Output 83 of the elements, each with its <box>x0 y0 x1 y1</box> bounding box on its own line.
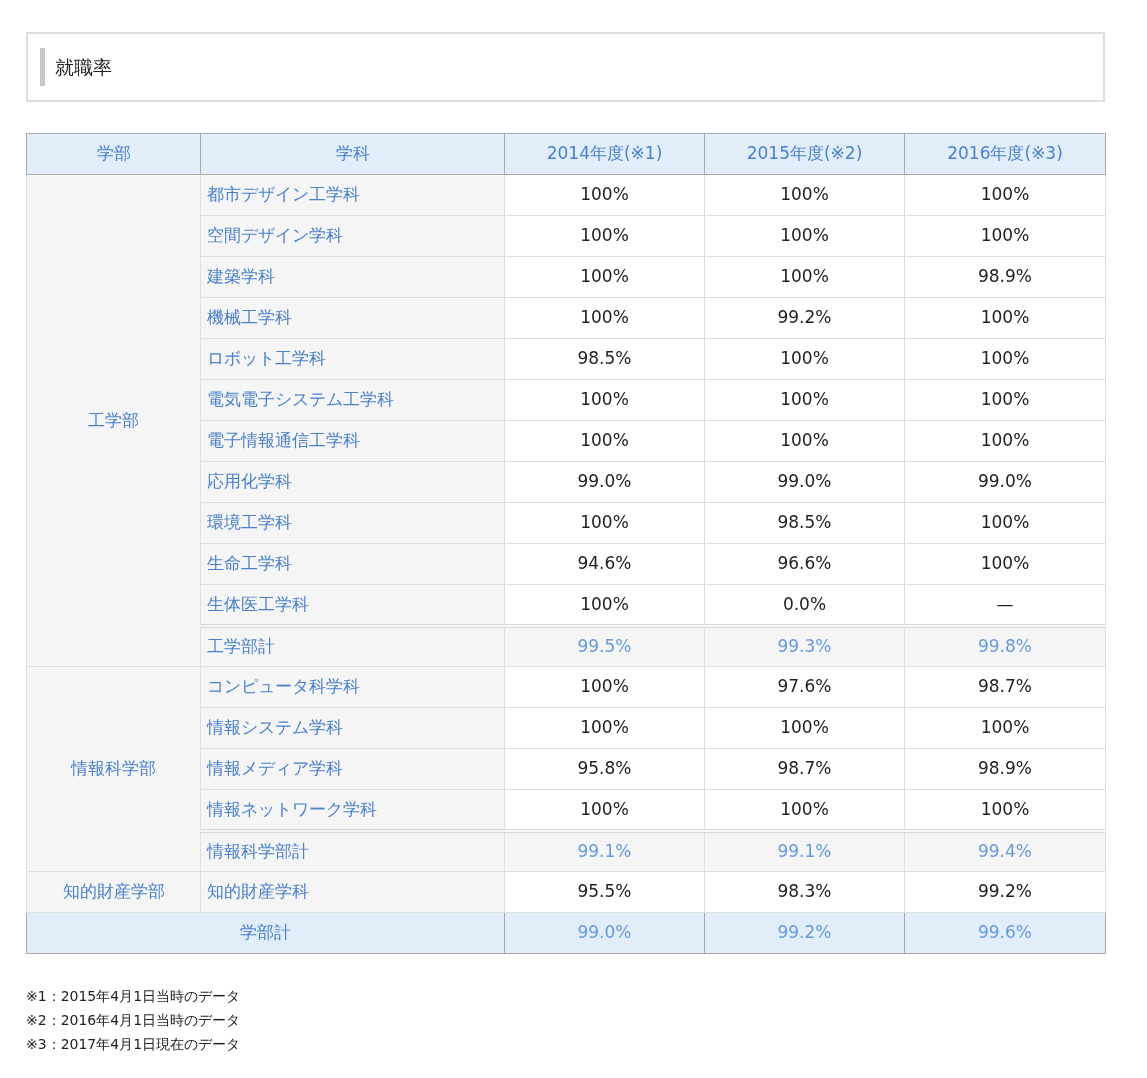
column-header: 学科 <box>200 133 505 175</box>
total-rate: 99.6% <box>904 912 1106 954</box>
subtotal-rate: 99.8% <box>904 625 1106 667</box>
rate-cell: 100% <box>704 420 905 462</box>
department-cell: 情報ネットワーク学科 <box>200 789 505 831</box>
rate-cell: 100% <box>504 502 705 544</box>
rate-cell: 99.2% <box>704 297 905 339</box>
department-cell: 知的財産学科 <box>200 871 505 913</box>
rate-cell: 100% <box>904 420 1106 462</box>
subtotal-rate: 99.5% <box>504 625 705 667</box>
rate-cell: 100% <box>704 338 905 380</box>
rate-cell: 97.6% <box>704 666 905 708</box>
department-cell: 建築学科 <box>200 256 505 298</box>
rate-cell: 99.0% <box>704 461 905 503</box>
rate-cell: 98.7% <box>904 666 1106 708</box>
faculty-cell: 情報科学部 <box>26 666 201 872</box>
rate-cell: 100% <box>904 543 1106 585</box>
subtotal-rate: 99.3% <box>704 625 905 667</box>
rate-cell: 100% <box>904 707 1106 749</box>
rate-cell: 100% <box>504 420 705 462</box>
footnote: ※2：2016年4月1日当時のデータ <box>26 1011 242 1030</box>
rate-cell: 96.6% <box>704 543 905 585</box>
subtotal-rate: 99.4% <box>904 830 1106 872</box>
department-cell: 空間デザイン学科 <box>200 215 505 257</box>
rate-cell: 100% <box>904 379 1106 421</box>
department-cell: 機械工学科 <box>200 297 505 339</box>
rate-cell: 100% <box>704 256 905 298</box>
subtotal-rate: 99.1% <box>704 830 905 872</box>
rate-cell: 100% <box>504 379 705 421</box>
rate-cell: 100% <box>904 215 1106 257</box>
department-cell: ロボット工学科 <box>200 338 505 380</box>
rate-cell: 98.5% <box>504 338 705 380</box>
department-cell: 応用化学科 <box>200 461 505 503</box>
heading-bar <box>40 48 45 86</box>
subtotal-label: 工学部計 <box>200 625 505 667</box>
rate-cell: 95.5% <box>504 871 705 913</box>
rate-cell: 100% <box>704 215 905 257</box>
rate-cell: 100% <box>904 297 1106 339</box>
footnote: ※3：2017年4月1日現在のデータ <box>26 1035 242 1054</box>
department-cell: 生命工学科 <box>200 543 505 585</box>
rate-cell: 100% <box>704 379 905 421</box>
faculty-cell: 工学部 <box>26 174 201 667</box>
total-rate: 99.0% <box>504 912 705 954</box>
department-cell: 情報システム学科 <box>200 707 505 749</box>
rate-cell: 100% <box>904 174 1106 216</box>
department-cell: 生体医工学科 <box>200 584 505 626</box>
rate-cell: 100% <box>504 215 705 257</box>
column-header: 2015年度(※2) <box>704 133 905 175</box>
rate-cell: 98.9% <box>904 256 1106 298</box>
department-cell: 情報メディア学科 <box>200 748 505 790</box>
heading-title: 就職率 <box>55 54 112 80</box>
rate-cell: 98.3% <box>704 871 905 913</box>
rate-cell: 100% <box>504 174 705 216</box>
rate-cell: 100% <box>704 174 905 216</box>
column-header: 学部 <box>26 133 201 175</box>
rate-cell: 98.5% <box>704 502 905 544</box>
column-header: 2016年度(※3) <box>904 133 1106 175</box>
subtotal-rate: 99.1% <box>504 830 705 872</box>
footnote: ※1：2015年4月1日当時のデータ <box>26 987 242 1006</box>
department-cell: 環境工学科 <box>200 502 505 544</box>
department-cell: 電子情報通信工学科 <box>200 420 505 462</box>
rate-cell: 94.6% <box>504 543 705 585</box>
rate-cell: 99.0% <box>904 461 1106 503</box>
rate-cell: 100% <box>904 338 1106 380</box>
rate-cell: 98.9% <box>904 748 1106 790</box>
rate-cell: 100% <box>504 297 705 339</box>
rate-cell: 100% <box>504 666 705 708</box>
rate-cell: 100% <box>504 707 705 749</box>
rate-cell: 99.0% <box>504 461 705 503</box>
rate-cell: 100% <box>904 502 1106 544</box>
total-rate: 99.2% <box>704 912 905 954</box>
total-label: 学部計 <box>26 912 505 954</box>
department-cell: コンピュータ科学科 <box>200 666 505 708</box>
rate-cell: 99.2% <box>904 871 1106 913</box>
rate-cell: 100% <box>704 707 905 749</box>
subtotal-label: 情報科学部計 <box>200 830 505 872</box>
department-cell: 都市デザイン工学科 <box>200 174 505 216</box>
rate-cell: 95.8% <box>504 748 705 790</box>
rate-cell: 98.7% <box>704 748 905 790</box>
column-header: 2014年度(※1) <box>504 133 705 175</box>
faculty-cell: 知的財産学部 <box>26 871 201 913</box>
rate-cell: 100% <box>504 256 705 298</box>
department-cell: 電気電子システム工学科 <box>200 379 505 421</box>
